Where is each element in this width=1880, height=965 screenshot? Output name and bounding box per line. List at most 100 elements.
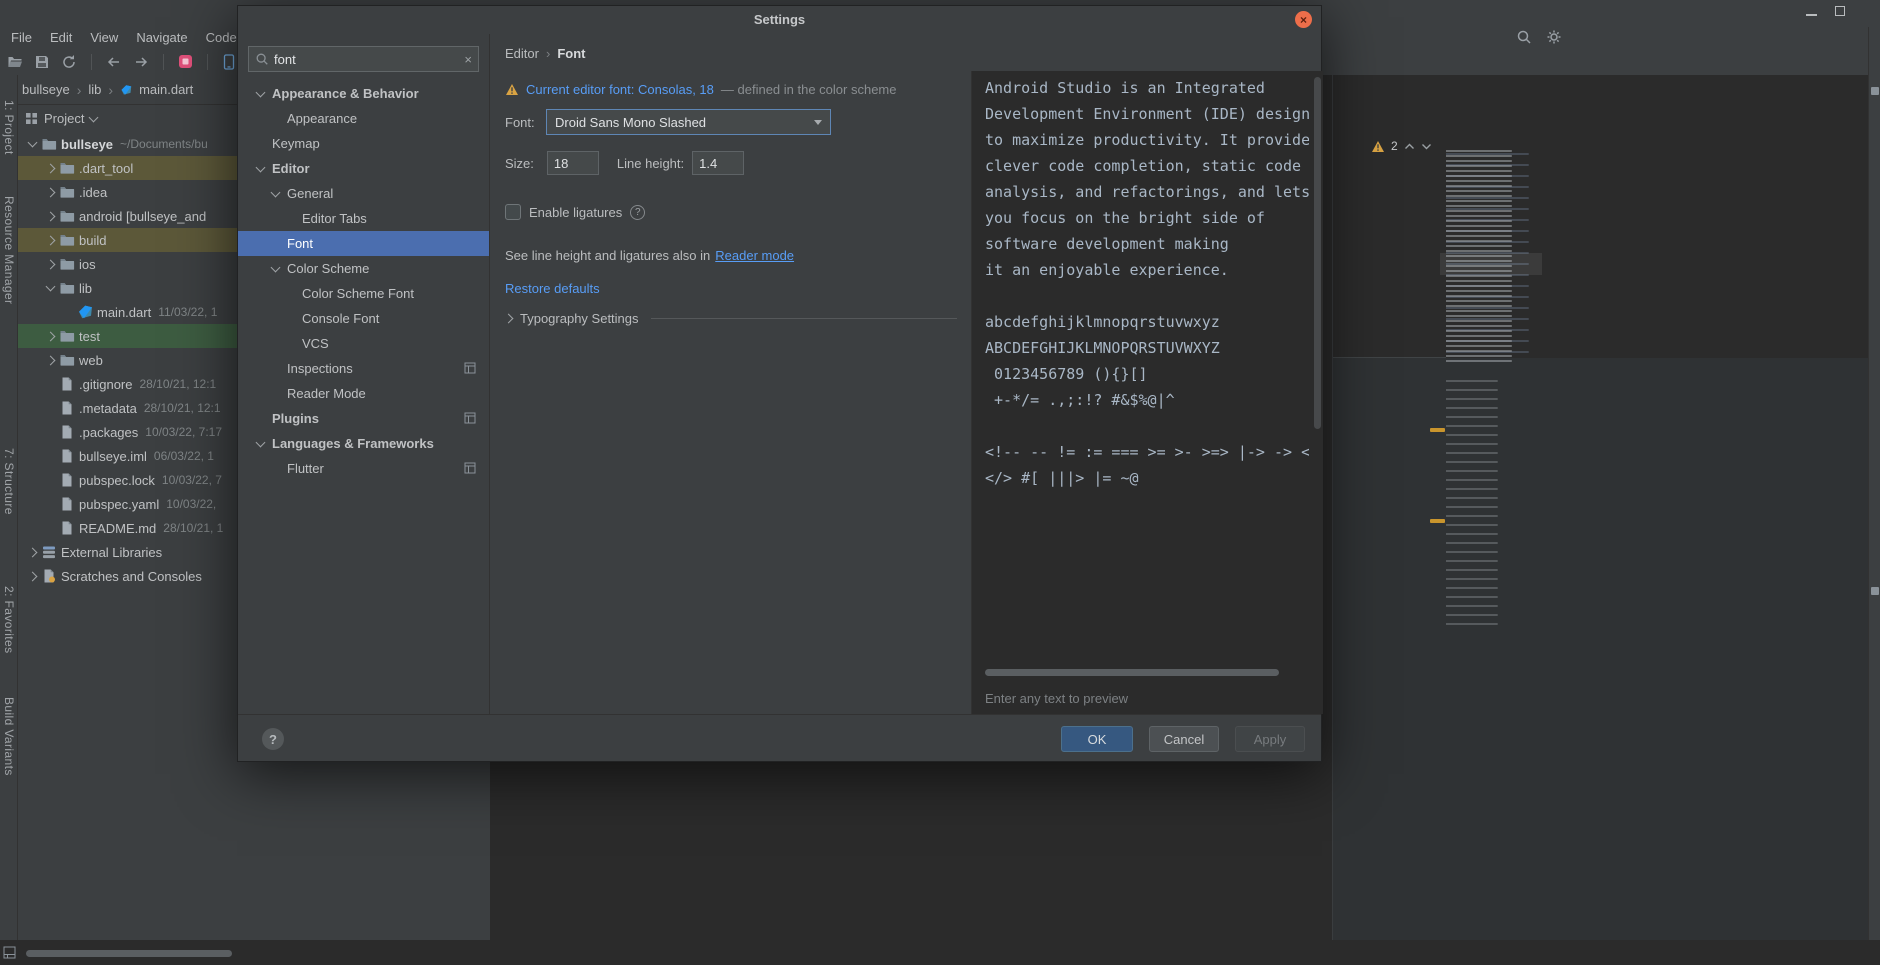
settings-search-input[interactable] bbox=[274, 52, 459, 67]
breadcrumb-item[interactable]: bullseye bbox=[22, 82, 70, 97]
settings-tree-item[interactable]: Editor bbox=[238, 156, 489, 181]
tool-strip-button[interactable]: 1: Project bbox=[2, 100, 16, 155]
breadcrumb-item[interactable]: main.dart bbox=[139, 82, 193, 97]
help-button[interactable]: ? bbox=[262, 728, 284, 750]
window-controls bbox=[1806, 5, 1845, 16]
right-strip-icon[interactable] bbox=[1871, 587, 1879, 595]
tool-strip-button[interactable]: Resource Manager bbox=[2, 196, 16, 304]
settings-tree-item[interactable]: Console Font bbox=[238, 306, 489, 331]
toolwindow-toggle-icon[interactable] bbox=[3, 946, 16, 959]
menu-item-navigate[interactable]: Navigate bbox=[127, 30, 196, 45]
menu-item-view[interactable]: View bbox=[81, 30, 127, 45]
font-preview-text[interactable]: Android Studio is an IntegratedDevelopme… bbox=[985, 75, 1309, 491]
project-panel-title: Project bbox=[44, 111, 84, 126]
settings-tree-item[interactable]: Flutter bbox=[238, 456, 489, 481]
chevron-down-icon[interactable] bbox=[42, 286, 59, 290]
preview-horizontal-scrollbar[interactable] bbox=[985, 669, 1279, 676]
breadcrumb-section[interactable]: Editor bbox=[505, 46, 539, 61]
chevron-down-icon[interactable] bbox=[267, 192, 284, 196]
font-preview-panel[interactable]: Android Studio is an IntegratedDevelopme… bbox=[971, 71, 1323, 714]
chevron-down-icon[interactable] bbox=[1421, 143, 1432, 150]
settings-tree-item[interactable]: VCS bbox=[238, 331, 489, 356]
ligatures-help-icon[interactable]: ? bbox=[630, 205, 645, 220]
clear-search-icon[interactable]: × bbox=[464, 52, 472, 67]
horizontal-scrollbar[interactable] bbox=[26, 950, 232, 957]
menu-item-file[interactable]: File bbox=[2, 30, 41, 45]
chevron-right-icon[interactable] bbox=[42, 261, 59, 268]
save-icon[interactable] bbox=[34, 54, 50, 70]
chevron-right-icon[interactable] bbox=[42, 333, 59, 340]
open-folder-icon[interactable] bbox=[7, 54, 23, 70]
tree-item-label: test bbox=[79, 329, 100, 344]
chevron-down-icon[interactable] bbox=[252, 92, 269, 96]
chevron-up-icon[interactable] bbox=[1404, 143, 1415, 150]
dialog-footer: ? OK Cancel Apply bbox=[238, 714, 1321, 762]
settings-tree-item[interactable]: Plugins bbox=[238, 406, 489, 431]
sync-icon[interactable] bbox=[61, 54, 77, 70]
tool-strip-button[interactable]: 7: Structure bbox=[2, 448, 16, 515]
maximize-button[interactable] bbox=[1835, 6, 1845, 16]
restore-defaults-link[interactable]: Restore defaults bbox=[505, 281, 600, 296]
settings-tree-item[interactable]: Appearance & Behavior bbox=[238, 81, 489, 106]
scrollbar-warning-mark[interactable] bbox=[1430, 428, 1445, 432]
settings-tree-item[interactable]: Keymap bbox=[238, 131, 489, 156]
chevron-down-icon[interactable] bbox=[24, 142, 41, 146]
share-icon bbox=[464, 462, 476, 474]
settings-tree-item[interactable]: Color Scheme bbox=[238, 256, 489, 281]
line-height-input[interactable]: 1.4 bbox=[692, 151, 744, 175]
typography-settings-section[interactable]: Typography Settings bbox=[505, 311, 957, 326]
chevron-right-icon[interactable] bbox=[42, 165, 59, 172]
tree-item-label: bullseye bbox=[61, 137, 113, 152]
font-family-combobox[interactable]: Droid Sans Mono Slashed bbox=[546, 109, 831, 135]
preview-vertical-scrollbar[interactable] bbox=[1314, 77, 1321, 429]
chevron-down-icon[interactable] bbox=[252, 167, 269, 171]
menu-item-edit[interactable]: Edit bbox=[41, 30, 81, 45]
right-tool-strip bbox=[1868, 27, 1880, 940]
folder-icon bbox=[59, 160, 75, 176]
settings-tree-item[interactable]: Inspections bbox=[238, 356, 489, 381]
back-icon[interactable] bbox=[106, 54, 122, 70]
search-everywhere-icon[interactable] bbox=[1516, 29, 1532, 45]
forward-icon[interactable] bbox=[133, 54, 149, 70]
current-font-link[interactable]: Current editor font: Consolas, 18 bbox=[526, 82, 714, 97]
settings-tree-item[interactable]: Editor Tabs bbox=[238, 206, 489, 231]
tool-strip-button[interactable]: 2: Favorites bbox=[2, 586, 16, 654]
ok-button[interactable]: OK bbox=[1061, 726, 1133, 752]
size-input[interactable]: 18 bbox=[547, 151, 599, 175]
minimize-button[interactable] bbox=[1806, 5, 1817, 16]
chevron-down-icon[interactable] bbox=[267, 267, 284, 271]
tool-strip-button[interactable]: Build Variants bbox=[2, 697, 16, 776]
settings-tree-item[interactable]: Font bbox=[238, 231, 489, 256]
chevron-right-icon[interactable] bbox=[42, 237, 59, 244]
run-config-icon[interactable] bbox=[178, 54, 193, 69]
chevron-right-icon[interactable] bbox=[24, 549, 41, 556]
warning-icon bbox=[505, 83, 519, 96]
chevron-right-icon[interactable] bbox=[42, 213, 59, 220]
minimap-viewport[interactable] bbox=[1440, 253, 1542, 275]
ide-settings-gear-icon[interactable] bbox=[1546, 29, 1562, 45]
reader-mode-link[interactable]: Reader mode bbox=[715, 248, 794, 263]
close-button[interactable]: × bbox=[1295, 11, 1312, 28]
scrollbar-warning-mark[interactable] bbox=[1430, 519, 1445, 523]
settings-tree-item[interactable]: Appearance bbox=[238, 106, 489, 131]
warning-count: 2 bbox=[1391, 139, 1398, 153]
chevron-right-icon[interactable] bbox=[42, 357, 59, 364]
apply-button[interactable]: Apply bbox=[1235, 726, 1305, 752]
breadcrumb-item[interactable]: lib bbox=[88, 82, 101, 97]
settings-search[interactable]: × bbox=[248, 46, 479, 72]
chevron-right-icon[interactable] bbox=[24, 573, 41, 580]
chevron-down-icon[interactable] bbox=[252, 442, 269, 446]
editor-minimap-lower[interactable] bbox=[1446, 380, 1540, 630]
tree-item-label: .metadata bbox=[79, 401, 137, 416]
enable-ligatures-checkbox[interactable] bbox=[505, 204, 521, 220]
cancel-button[interactable]: Cancel bbox=[1149, 726, 1219, 752]
settings-tree-item[interactable]: Color Scheme Font bbox=[238, 281, 489, 306]
editor-lower-pane bbox=[1333, 358, 1868, 940]
chevron-right-icon[interactable] bbox=[42, 189, 59, 196]
settings-tree-item[interactable]: Reader Mode bbox=[238, 381, 489, 406]
settings-tree-item[interactable]: General bbox=[238, 181, 489, 206]
right-strip-icon[interactable] bbox=[1871, 87, 1879, 95]
folder-icon bbox=[59, 208, 75, 224]
settings-tree-item[interactable]: Languages & Frameworks bbox=[238, 431, 489, 456]
settings-tree-panel: × Appearance & BehaviorAppearanceKeymapE… bbox=[238, 34, 490, 714]
